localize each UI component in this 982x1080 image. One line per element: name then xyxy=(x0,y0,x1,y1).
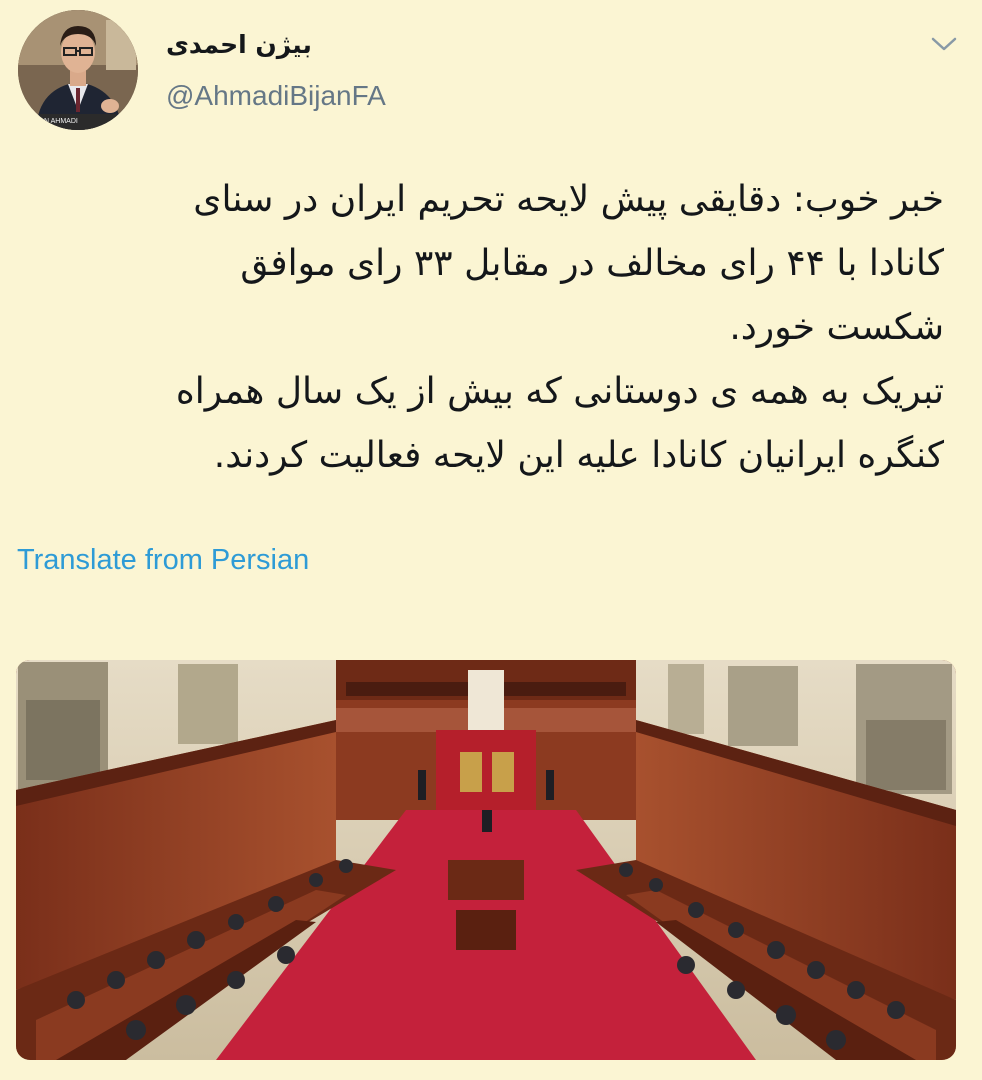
tweet-photo[interactable] xyxy=(16,660,956,1060)
avatar-badge-text: N AHMADI xyxy=(44,118,78,125)
tweet: N AHMADI بیژن احمدی @AhmadiBijanFA خبر خ… xyxy=(0,0,982,1080)
chevron-down-icon xyxy=(931,37,957,51)
translate-link[interactable]: Translate from Persian xyxy=(17,544,309,577)
tweet-text-line: کانادا با ۴۴ رای مخالف در مقابل ۳۳ رای م… xyxy=(240,243,944,284)
tweet-text-line: خبر خوب: دقایقی پیش لایحه تحریم ایران در… xyxy=(193,179,944,220)
avatar-photo: N AHMADI xyxy=(18,10,138,130)
tweet-text-line: کنگره ایرانیان کانادا علیه این لایحه فعا… xyxy=(213,435,944,476)
tweet-text-line: تبریک به همه ی دوستانی که بیش از یک سال … xyxy=(175,371,944,412)
senate-chamber-image xyxy=(16,660,956,1060)
tweet-text: خبر خوب: دقایقی پیش لایحه تحریم ایران در… xyxy=(14,168,944,488)
tweet-text-line: شکست خورد. xyxy=(729,307,944,348)
user-handle[interactable]: @AhmadiBijanFA xyxy=(166,80,386,112)
tweet-menu-button[interactable] xyxy=(929,32,959,56)
display-name[interactable]: بیژن احمدی xyxy=(166,30,312,59)
avatar[interactable]: N AHMADI xyxy=(18,10,138,130)
